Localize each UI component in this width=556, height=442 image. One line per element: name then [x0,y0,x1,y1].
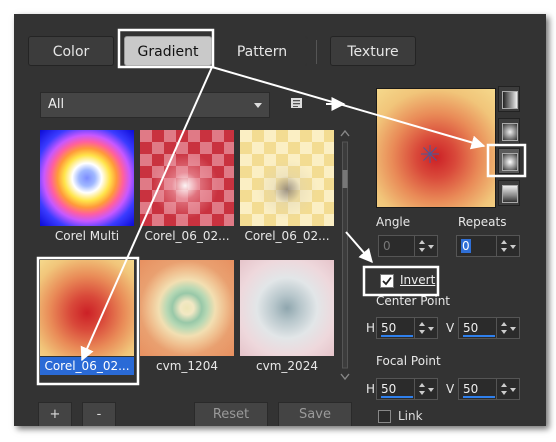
focal-point-label: Focal Point [376,354,441,368]
tab-pattern-label: Pattern [236,44,288,60]
gradient-thumb-label: Corel Multi [54,229,120,243]
reset-label: Reset [212,407,250,422]
focal-h-spin-arrows[interactable] [414,379,437,399]
gradient-thumb-cvm-2024[interactable]: cvm_2024 [240,260,334,373]
gradient-thumb-label: Corel_06_02... [144,229,230,243]
gradient-swatch [140,130,234,226]
sunburst-style-button[interactable] [498,180,520,206]
checkbox-unchecked-icon [378,410,391,423]
tab-color-label: Color [52,44,90,60]
center-h-value: 50 [381,321,397,335]
center-h-label: H [366,321,376,335]
chevron-down-icon [254,103,262,108]
gradient-list-scrollbar[interactable] [336,126,354,384]
link-checkbox[interactable]: Link [376,408,436,426]
tab-pattern[interactable]: Pattern [216,36,308,66]
save-label: Save [299,407,331,422]
angle-stepper[interactable]: 0 [378,235,438,257]
center-h-stepper[interactable]: 50 [376,317,438,339]
gradient-thumb-cvm-1204[interactable]: cvm_1204 [140,260,234,373]
gradient-thumb-label: cvm_1204 [156,359,218,373]
add-gradient-button[interactable]: + [38,402,72,426]
library-icon[interactable] [290,96,304,110]
gradient-swatch [240,130,334,226]
gradient-thumb-label: cvm_2024 [256,359,318,373]
gradient-thumb-corel-06-02-selected[interactable]: Corel_06_02... [40,260,134,375]
focal-h-value: 50 [381,382,397,396]
gradient-thumb-corel-06-02-a[interactable]: Corel_06_02... [140,130,234,243]
focal-v-value: 50 [463,382,479,396]
center-v-spin-arrows[interactable] [496,318,519,338]
tab-gradient[interactable]: Gradient [124,36,212,66]
angle-label: Angle [376,215,411,229]
link-label: Link [398,409,423,423]
angle-value: 0 [383,239,391,253]
center-v-label: V [446,321,455,335]
rectangular-style-button[interactable] [498,118,520,144]
radial-gradient-icon [502,153,518,171]
linear-gradient-icon [502,91,518,109]
focal-v-spin-arrows[interactable] [496,379,519,399]
center-v-stepper[interactable]: 50 [458,317,520,339]
gradient-thumb-label: Corel_06_02... [40,357,134,375]
save-button[interactable]: Save [278,402,352,426]
gradient-swatch [240,260,334,356]
center-v-value: 50 [463,321,479,335]
gradient-preview[interactable] [376,88,496,208]
center-point-label: Center Point [376,294,450,308]
focal-v-label: V [446,382,455,396]
repeats-value: 0 [461,239,471,253]
add-gradient-label: + [49,407,61,422]
gradient-filter-select[interactable]: All [40,92,270,118]
remove-gradient-label: - [96,407,102,422]
repeats-stepper[interactable]: 0 [456,235,520,257]
sunburst-gradient-icon [502,185,518,203]
crosshair-icon[interactable] [421,145,439,163]
tab-separator [316,40,317,64]
window-frame: Color Gradient Pattern Texture All Corel… [0,0,556,442]
tab-texture[interactable]: Texture [330,36,416,66]
gradient-swatch [140,260,234,356]
gradient-thumb-corel-06-02-b[interactable]: Corel_06_02... [240,130,334,243]
gradient-filter-value: All [48,97,65,112]
rectangular-gradient-icon [502,123,518,141]
tab-color[interactable]: Color [28,36,114,66]
linear-style-button[interactable] [498,86,520,112]
gradient-thumb-label: Corel_06_02... [244,229,330,243]
tab-gradient-label: Gradient [137,44,199,60]
gradient-swatch [40,260,134,356]
focal-h-progress-bar [381,396,413,398]
radial-style-button[interactable] [498,148,520,174]
repeats-label: Repeats [458,215,507,229]
focal-h-stepper[interactable]: 50 [376,378,438,400]
focal-v-progress-bar [463,396,495,398]
center-v-progress-bar [463,335,495,337]
center-h-spin-arrows[interactable] [414,318,437,338]
focal-h-label: H [366,382,376,396]
checkbox-checked-icon [380,274,394,288]
invert-checkbox[interactable]: Invert [368,270,440,292]
center-h-progress-bar [381,335,413,337]
invert-label: Invert [400,273,436,287]
gradient-swatch [40,130,134,226]
reset-button[interactable]: Reset [194,402,268,426]
repeats-spin-arrows[interactable] [496,236,519,256]
gradient-thumb-corel-multi[interactable]: Corel Multi [40,130,134,243]
angle-spin-arrows[interactable] [414,236,437,256]
remove-gradient-button[interactable]: - [82,402,116,426]
tab-texture-label: Texture [347,44,399,60]
material-panel: Color Gradient Pattern Texture All Corel… [14,14,546,426]
focal-v-stepper[interactable]: 50 [458,378,520,400]
